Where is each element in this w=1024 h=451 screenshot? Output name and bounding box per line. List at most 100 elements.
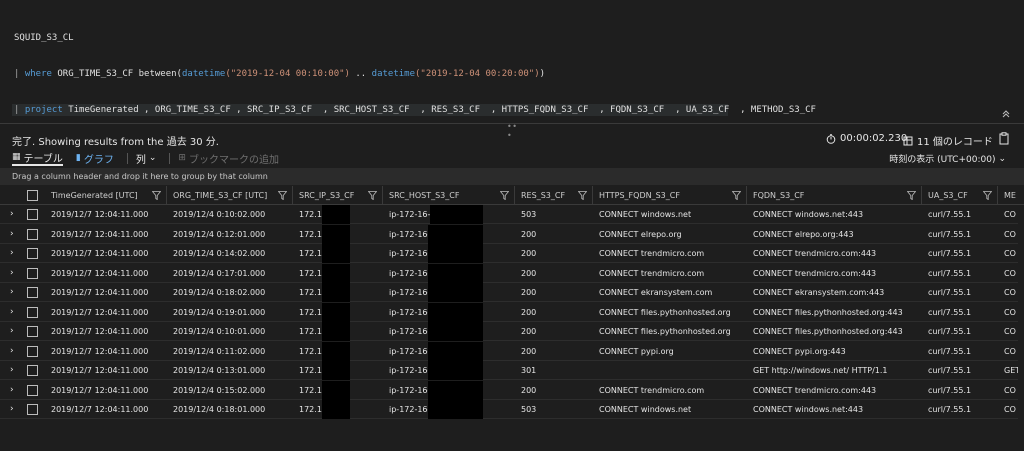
- col-res-cell: 200: [521, 307, 537, 317]
- table-row[interactable]: › 2019/12/7 12:04:11.000 2019/12/4 0:18:01…: [0, 400, 1024, 419]
- row-checkbox[interactable]: [27, 345, 38, 357]
- where-keyword: where: [24, 69, 52, 79]
- row-checkbox[interactable]: [27, 326, 38, 337]
- redaction-block: [322, 302, 350, 322]
- redaction-block: [322, 244, 350, 263]
- table-row[interactable]: › 2019/12/7 12:04:11.000 2019/12/4 0:15:02…: [0, 380, 1024, 400]
- expand-row-chevron-icon[interactable]: ›: [10, 322, 14, 341]
- filter-icon[interactable]: [278, 191, 287, 200]
- col-res-header[interactable]: RES_S3_CF: [515, 186, 593, 205]
- double-chevron-up-icon[interactable]: [1002, 110, 1010, 121]
- timezone-label: 時刻の表示 (UTC+00:00): [889, 155, 996, 165]
- splitter-grip-icon[interactable]: • • •: [507, 122, 517, 140]
- col-ua-cell: curl/7.55.1: [928, 288, 972, 297]
- filter-icon[interactable]: [578, 191, 587, 200]
- row-checkbox[interactable]: [27, 228, 38, 240]
- filter-icon[interactable]: [732, 191, 741, 200]
- row-checkbox[interactable]: [27, 209, 38, 220]
- copy-icon[interactable]: [998, 132, 1010, 145]
- pipe-token: |: [14, 69, 25, 79]
- col-https-fqdn-header[interactable]: HTTPS_FQDN_S3_CF: [593, 186, 747, 205]
- row-checkbox[interactable]: [27, 365, 38, 376]
- col-org-time-header[interactable]: ORG_TIME_S3_CF [UTC]: [167, 186, 293, 205]
- group-by-drop-zone[interactable]: Drag a column header and drop it here to…: [0, 168, 1024, 185]
- table-row[interactable]: › 2019/12/7 12:04:11.000 2019/12/4 0:10:01…: [0, 322, 1024, 341]
- select-all-checkbox[interactable]: [27, 190, 38, 201]
- grid-header-row: TimeGenerated [UTC] ORG_TIME_S3_CF [UTC] S…: [0, 186, 1024, 205]
- tab-table-label: テーブル: [23, 153, 63, 165]
- col-src-host-header[interactable]: SRC_HOST_S3_CF: [383, 186, 515, 205]
- col-https-fqdn-cell: CONNECT trendmicro.com: [599, 385, 705, 395]
- datetime-fn: datetime: [371, 69, 416, 79]
- table-row[interactable]: › 2019/12/7 12:04:11.000 2019/12/4 0:17:01…: [0, 263, 1024, 283]
- editor-results-splitter[interactable]: • • •: [0, 122, 1024, 140]
- table-icon: ▦: [12, 152, 21, 162]
- expand-row-chevron-icon[interactable]: ›: [10, 205, 14, 224]
- query-code[interactable]: SQUID_S3_CL | where ORG_TIME_S3_CF betwe…: [12, 8, 816, 140]
- col-org-time-cell: 2019/12/4 0:10:02.000: [173, 210, 266, 219]
- expand-row-chevron-icon[interactable]: ›: [10, 361, 14, 380]
- col-src-ip-header[interactable]: SRC_IP_S3_CF: [293, 186, 383, 205]
- col-org-time-cell: 2019/12/4 0:15:02.000: [173, 385, 266, 395]
- tab-chart[interactable]: ▮ グラフ: [76, 150, 114, 166]
- redaction-block: [428, 361, 483, 380]
- expand-row-chevron-icon[interactable]: ›: [10, 283, 14, 302]
- filter-icon[interactable]: [500, 191, 509, 200]
- row-checkbox[interactable]: [27, 267, 38, 279]
- col-time-generated-header[interactable]: TimeGenerated [UTC]: [45, 186, 167, 205]
- col-res-cell: 200: [521, 249, 537, 258]
- table-row[interactable]: › 2019/12/7 12:04:11.000 2019/12/4 0:12:01…: [0, 224, 1024, 244]
- expand-row-chevron-icon[interactable]: ›: [10, 400, 14, 419]
- filter-icon[interactable]: [368, 191, 377, 200]
- column-header-label: UA_S3_CF: [928, 191, 968, 200]
- row-checkbox[interactable]: [27, 306, 38, 318]
- table-row[interactable]: › 2019/12/7 12:04:11.000 2019/12/4 0:19:01…: [0, 302, 1024, 322]
- redaction-block: [428, 380, 483, 400]
- col-res-cell: 200: [521, 268, 537, 278]
- filter-icon[interactable]: [152, 191, 161, 200]
- table-row[interactable]: › 2019/12/7 12:04:11.000 2019/12/4 0:14:02…: [0, 244, 1024, 263]
- col-org-time-cell: 2019/12/4 0:17:01.000: [173, 268, 266, 278]
- redaction-block: [428, 322, 483, 341]
- query-line-table: SQUID_S3_CL: [14, 33, 74, 43]
- col-time-generated-cell: 2019/12/7 12:04:11.000: [51, 327, 149, 336]
- row-checkbox[interactable]: [27, 287, 38, 298]
- columns-menu[interactable]: 列 ⌄: [136, 150, 157, 166]
- col-method-header[interactable]: ME: [998, 186, 1024, 205]
- grid-vertical-scrollbar[interactable]: [1018, 205, 1024, 425]
- expand-row-chevron-icon[interactable]: ›: [10, 303, 14, 322]
- record-count: 11 個のレコード: [903, 133, 993, 148]
- table-row[interactable]: › 2019/12/7 12:04:11.000 2019/12/4 0:11:02…: [0, 341, 1024, 361]
- col-ua-cell: curl/7.55.1: [928, 346, 972, 356]
- table-row[interactable]: › 2019/12/7 12:04:11.000 2019/12/4 0:10:02…: [0, 205, 1024, 224]
- col-ua-header[interactable]: UA_S3_CF: [922, 186, 998, 205]
- filter-icon[interactable]: [907, 191, 916, 200]
- row-checkbox[interactable]: [27, 404, 38, 415]
- table-row[interactable]: › 2019/12/7 12:04:11.000 2019/12/4 0:18:02…: [0, 283, 1024, 302]
- col-ua-cell: curl/7.55.1: [928, 249, 972, 258]
- row-checkbox[interactable]: [27, 384, 38, 396]
- col-res-cell: 200: [521, 327, 537, 336]
- row-checkbox[interactable]: [27, 248, 38, 259]
- filter-icon[interactable]: [983, 191, 992, 200]
- timezone-selector[interactable]: 時刻の表示 (UTC+00:00) ⌄: [889, 152, 1006, 166]
- expand-row-chevron-icon[interactable]: ›: [10, 381, 14, 400]
- close-paren: ): [539, 69, 546, 79]
- expand-row-chevron-icon[interactable]: ›: [10, 264, 14, 283]
- col-time-generated-cell: 2019/12/7 12:04:11.000: [51, 366, 149, 375]
- redaction-block: [322, 224, 350, 244]
- expand-row-chevron-icon[interactable]: ›: [10, 225, 14, 244]
- col-fqdn-header[interactable]: FQDN_S3_CF: [747, 186, 922, 205]
- column-header-label: RES_S3_CF: [521, 191, 566, 200]
- tab-table[interactable]: ▦ テーブル: [12, 150, 63, 166]
- col-time-generated-cell: 2019/12/7 12:04:11.000: [51, 268, 149, 278]
- query-editor[interactable]: SQUID_S3_CL | where ORG_TIME_S3_CF betwe…: [0, 0, 1024, 124]
- column-header-label: SRC_IP_S3_CF: [299, 191, 355, 200]
- add-bookmark-button[interactable]: ⊞ ブックマークの追加: [178, 150, 279, 166]
- table-row[interactable]: › 2019/12/7 12:04:11.000 2019/12/4 0:13:01…: [0, 361, 1024, 380]
- expand-row-chevron-icon[interactable]: ›: [10, 244, 14, 263]
- expand-row-chevron-icon[interactable]: ›: [10, 342, 14, 361]
- bookmark-icon: ⊞: [178, 153, 186, 163]
- redaction-block: [430, 205, 483, 224]
- col-org-time-cell: 2019/12/4 0:14:02.000: [173, 249, 266, 258]
